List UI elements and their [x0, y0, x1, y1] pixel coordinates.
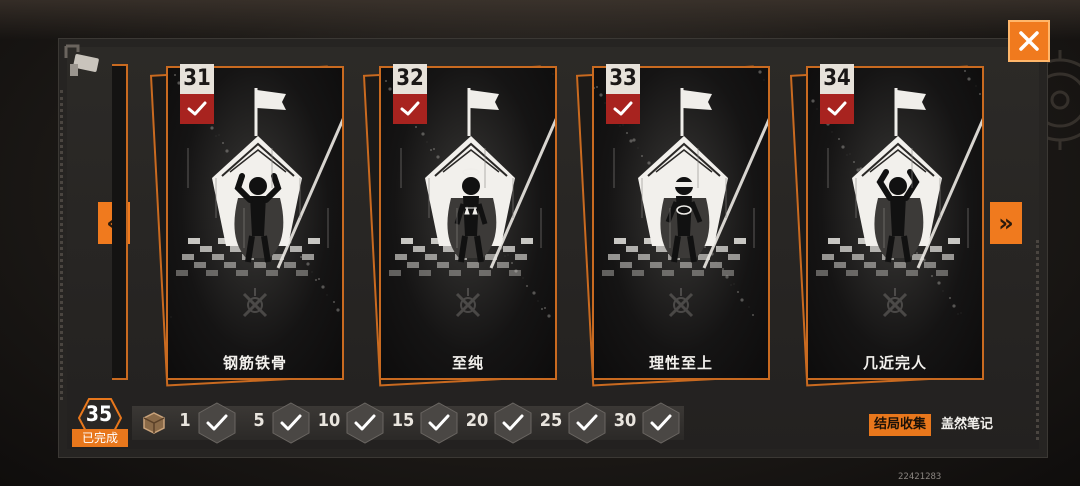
figure-body	[890, 196, 906, 236]
flag-icon	[897, 90, 926, 110]
milestone-label: 20	[465, 410, 489, 431]
card-number: 31	[180, 64, 214, 94]
figure-head	[462, 177, 480, 195]
card-number: 32	[393, 64, 427, 94]
crest-icon	[668, 288, 694, 318]
ending-collection-name: 盖然笔记	[941, 417, 994, 432]
card-title: 至纯	[451, 354, 484, 372]
figure-body	[463, 196, 479, 236]
milestone-label: 25	[539, 410, 563, 431]
chevrons-right-icon: »	[998, 209, 1014, 237]
check-icon	[613, 101, 633, 116]
next-page-button[interactable]: »	[990, 202, 1022, 244]
completed-check	[606, 94, 640, 124]
ending-card[interactable]: 几近完人 34	[789, 64, 985, 387]
card-number: 33	[606, 64, 640, 94]
milestone-reward[interactable]	[196, 402, 238, 444]
milestone-reward[interactable]	[344, 402, 386, 444]
top-glow	[0, 0, 1080, 40]
card-title: 钢筋铁骨	[222, 354, 287, 372]
box-icon	[143, 412, 165, 434]
user-id: 22421283	[898, 472, 942, 482]
figure-body	[676, 196, 692, 236]
ending-card[interactable]: 理性至上 33	[575, 64, 771, 387]
milestone-reward[interactable]	[640, 402, 682, 444]
card-title: 几近完人	[862, 354, 927, 372]
visor-icon	[675, 182, 693, 187]
milestone-label: 30	[613, 410, 637, 431]
ending-card[interactable]: 至纯 32	[362, 64, 558, 387]
flag-icon	[257, 90, 286, 110]
completed-check	[820, 94, 854, 124]
completed-label: 已完成	[72, 429, 128, 447]
milestone-label: 10	[317, 410, 341, 431]
check-icon	[187, 101, 207, 116]
chain-decor-left	[60, 90, 68, 400]
chain-decor-right	[1036, 240, 1044, 440]
flag-icon	[683, 90, 712, 110]
previous-card-edge	[112, 64, 128, 380]
milestone-label: 15	[391, 410, 415, 431]
camera-icon	[64, 44, 99, 76]
milestone-reward[interactable]	[418, 402, 460, 444]
card-number: 34	[820, 64, 854, 94]
milestone-reward[interactable]	[566, 402, 608, 444]
ending-card[interactable]: 钢筋铁骨 31	[149, 64, 345, 387]
crest-icon	[242, 288, 268, 318]
figure-head	[889, 177, 907, 195]
completed-check	[393, 94, 427, 124]
close-icon	[1019, 31, 1039, 51]
check-icon	[400, 101, 420, 116]
check-icon	[827, 101, 847, 116]
card-title: 理性至上	[648, 354, 713, 372]
completed-check	[180, 94, 214, 124]
milestone-reward[interactable]	[270, 402, 312, 444]
crest-icon	[882, 288, 908, 318]
completed-count: 35	[85, 402, 113, 426]
ending-collection-tag[interactable]: 结局收集	[869, 414, 932, 436]
close-button[interactable]	[1008, 20, 1050, 62]
crest-icon	[455, 288, 481, 318]
milestone-reward[interactable]	[492, 402, 534, 444]
figure-head	[249, 177, 267, 195]
flag-icon	[470, 90, 499, 110]
figure-body	[250, 196, 266, 236]
